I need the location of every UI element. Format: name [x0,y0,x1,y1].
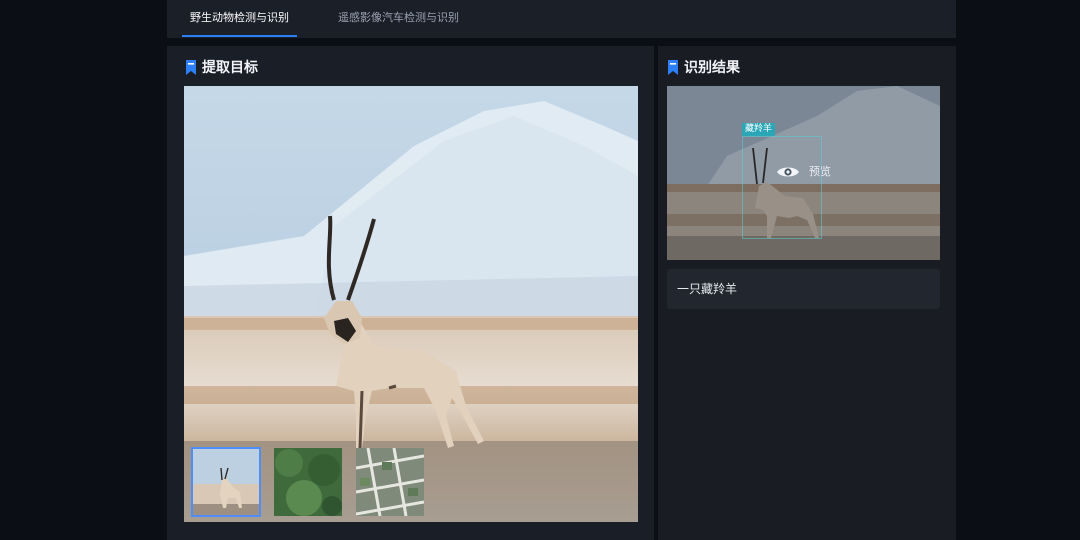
preview-label: 预览 [809,165,831,178]
active-tab-indicator [182,35,297,37]
result-text: 一只藏羚羊 [677,282,738,296]
detection-bounding-box [742,136,822,239]
tab-bar: 野生动物检测与识别 遥感影像汽车检测与识别 [167,0,956,38]
detection-result-image: 藏羚羊 预览 [667,86,940,260]
eye-icon [777,167,799,177]
panel-title-recognition-result: 识别结果 [684,60,740,76]
bookmark-icon [668,60,678,75]
thumbnail-strip [184,443,638,522]
app-container: 野生动物检测与识别 遥感影像汽车检测与识别 提取目标 识别结果 藏羚羊 预览 一… [167,0,956,540]
panel-title-extract-target: 提取目标 [202,60,258,76]
city-aerial-thumbnail[interactable] [356,448,424,516]
tab-wildlife-detection[interactable]: 野生动物检测与识别 [190,0,289,38]
result-description: 一只藏羚羊 [667,269,940,309]
forest-aerial-thumbnail[interactable] [274,448,342,516]
tab-remote-sensing-car-detection[interactable]: 遥感影像汽车检测与识别 [338,0,459,38]
recognition-result-panel: 识别结果 藏羚羊 预览 一只藏羚羊 [658,46,956,540]
extract-target-panel: 提取目标 [167,46,654,540]
bookmark-icon [186,60,196,75]
detection-label: 藏羚羊 [742,123,776,136]
antelope-thumbnail[interactable] [191,447,261,517]
